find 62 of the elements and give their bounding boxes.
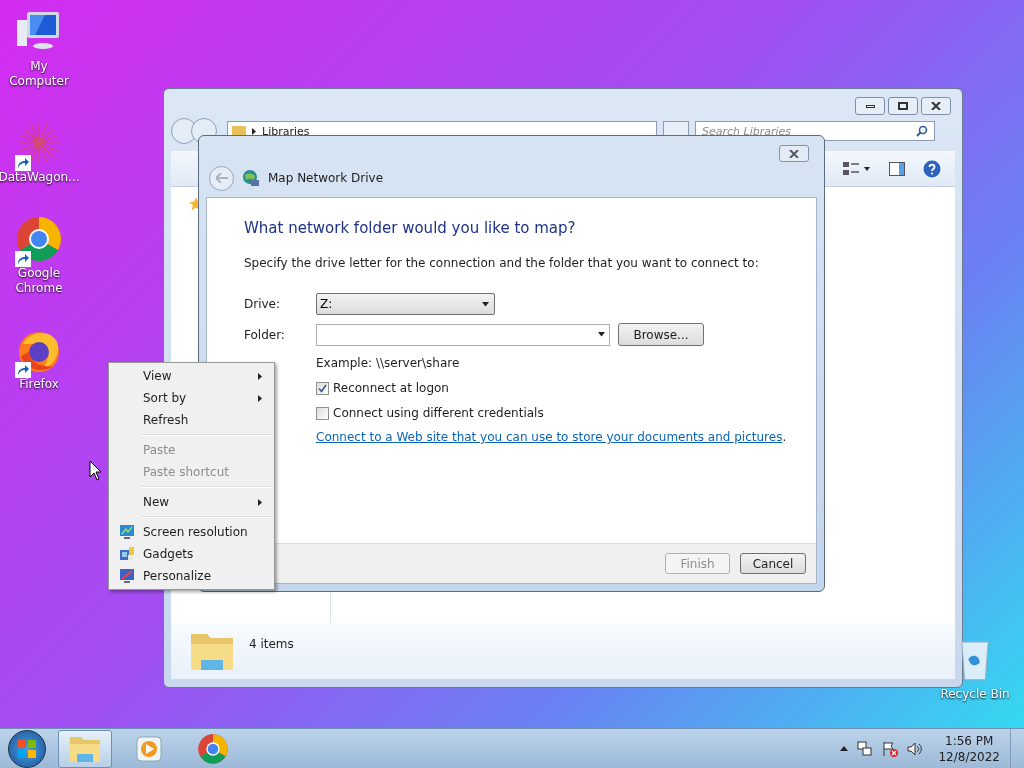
network-drive-icon <box>242 169 260 187</box>
menu-item[interactable]: Personalize <box>111 565 272 587</box>
field-label: Drive: <box>244 296 282 313</box>
checkbox-option[interactable]: Connect using different credentials <box>316 404 816 422</box>
chrome-icon <box>15 215 63 263</box>
submenu-arrow-icon <box>258 394 262 402</box>
media-player-icon <box>136 735 162 762</box>
submenu-arrow-icon <box>258 498 262 506</box>
close-button[interactable] <box>921 97 951 115</box>
help-icon[interactable] <box>923 159 941 178</box>
desktop-icon-label[interactable]: Firefox <box>19 377 59 392</box>
show-hidden-icons-icon[interactable] <box>840 746 849 751</box>
caret-icon <box>482 301 489 307</box>
view-options-icon[interactable] <box>843 161 871 176</box>
checkbox[interactable] <box>316 381 329 395</box>
chrome-icon <box>197 732 229 765</box>
desktop-icon-label[interactable]: My Computer <box>0 59 78 89</box>
close-icon <box>789 149 799 158</box>
instruction-text: Specify the drive letter for the connection and the folder that you want to connect to: <box>244 255 760 272</box>
example-text: Example: \\server\share <box>316 355 461 372</box>
menu-item[interactable]: Sort by <box>111 387 272 409</box>
personalize-icon <box>119 568 135 584</box>
maximize-button[interactable] <box>888 97 918 115</box>
mouse-cursor-icon <box>89 460 102 481</box>
browse-button[interactable]: Browse... <box>618 323 704 346</box>
monitor-icon <box>119 524 135 540</box>
folder-icon <box>69 734 101 763</box>
search-placeholder: Search Libraries <box>702 124 792 138</box>
clock[interactable]: 1:56 PM 12/8/2022 <box>938 732 1000 765</box>
network-icon[interactable] <box>857 740 874 757</box>
close-button[interactable] <box>779 145 809 162</box>
windows-logo-icon <box>18 739 36 758</box>
menu-item[interactable]: Refresh <box>111 409 272 431</box>
start-button[interactable] <box>8 729 46 768</box>
checkbox[interactable] <box>316 406 329 420</box>
menu-item[interactable]: Gadgets <box>111 543 272 565</box>
search-icon <box>916 125 928 137</box>
breadcrumb-arrow-icon[interactable] <box>252 127 256 135</box>
caret-icon <box>598 332 605 337</box>
gadgets-icon <box>119 546 135 562</box>
link-sentence: Connect to a Web site that you can use to store your documents and pictures. <box>316 429 788 446</box>
menu-item[interactable]: View <box>111 365 272 387</box>
menu-item[interactable]: Screen resolution <box>111 521 272 543</box>
address-text: Libraries <box>262 124 310 138</box>
desktop-icon-label[interactable]: DataWagon... <box>0 170 80 185</box>
dialog-title: Map Network Drive <box>268 170 384 187</box>
checkbox-option[interactable]: Reconnect at logon <box>316 379 816 397</box>
minimize-button[interactable] <box>855 97 885 115</box>
flag-icon[interactable] <box>882 740 899 757</box>
drive-dropdown[interactable]: Z: <box>316 293 495 315</box>
close-icon <box>931 102 941 110</box>
dialog-button[interactable]: Cancel <box>740 553 806 574</box>
field-label: Folder: <box>244 326 286 344</box>
item-count: 4 items <box>249 636 294 653</box>
dialog-heading: What network folder would you like to map? <box>244 218 577 238</box>
speaker-icon[interactable] <box>907 740 924 757</box>
preview-pane-icon[interactable] <box>889 161 905 176</box>
submenu-arrow-icon <box>258 372 262 380</box>
taskbar-button[interactable] <box>58 729 112 768</box>
menu-item[interactable]: New <box>111 491 272 513</box>
desktop-icon-label[interactable]: Google Chrome <box>15 266 63 296</box>
back-arrow-icon <box>215 173 228 183</box>
